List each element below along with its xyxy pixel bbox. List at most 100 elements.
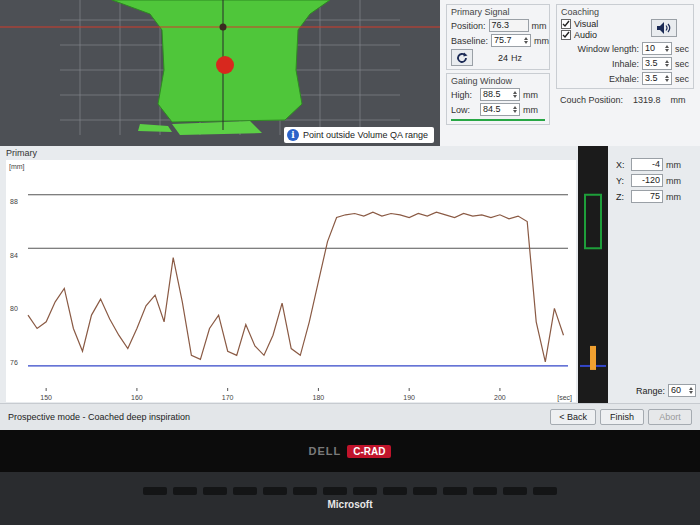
couch-position: Couch Position: 1319.8 mm: [556, 95, 694, 105]
unit: sec: [675, 44, 689, 54]
screen: i Point outside Volume QA range Primary …: [0, 0, 700, 430]
spin-icon[interactable]: [665, 45, 669, 52]
surface-3d-view[interactable]: i Point outside Volume QA range: [0, 0, 440, 146]
y-tick: 76: [10, 359, 18, 366]
checkbox-list: Visual Audio: [561, 19, 598, 40]
coaching-checkbox[interactable]: Visual: [561, 19, 598, 29]
primary-chart: Primary [mm]88848076150160170180190200[s…: [0, 146, 578, 403]
key[interactable]: [203, 487, 227, 495]
gating-field[interactable]: 88.5: [480, 88, 520, 101]
key[interactable]: [233, 487, 257, 495]
tracking-point[interactable]: [216, 56, 234, 74]
key[interactable]: [413, 487, 437, 495]
wizard-button[interactable]: < Back: [550, 409, 596, 425]
unit: sec: [675, 59, 689, 69]
unit: sec: [675, 74, 689, 84]
x-tick: 180: [313, 394, 325, 401]
baseline-field[interactable]: 75.7: [491, 34, 531, 47]
keyboard-brand: Microsoft: [328, 499, 373, 510]
info-message: i Point outside Volume QA range: [284, 127, 434, 143]
key[interactable]: [353, 487, 377, 495]
coaching-setting-row: Window length: 10 sec: [561, 42, 689, 55]
unit: mm: [666, 192, 681, 202]
wizard-button: Abort: [648, 409, 692, 425]
audio-test-button[interactable]: [651, 19, 677, 37]
x-tick-mark: [499, 388, 500, 391]
surface-model: [0, 0, 440, 146]
breathing-curve: [28, 212, 564, 362]
spin-icon[interactable]: [665, 75, 669, 82]
key[interactable]: [293, 487, 317, 495]
unit: mm: [666, 160, 681, 170]
gate-window-box: [585, 195, 601, 249]
x-tick-mark: [136, 388, 137, 391]
range-row: Range: 60: [616, 384, 696, 397]
position-gauge: [578, 146, 608, 403]
key-row: [20, 487, 680, 495]
couch-label: Couch Position:: [560, 95, 623, 105]
x-tick: 160: [131, 394, 143, 401]
baseline-row: Baseline: 75.7 mm: [451, 34, 545, 47]
baseline-line: [28, 365, 568, 366]
gauge-graphic: [578, 146, 608, 402]
field-label: Exhale:: [609, 74, 639, 84]
position-field: 76.3: [489, 19, 529, 32]
coaching-checkbox[interactable]: Audio: [561, 30, 598, 40]
coordinate-row: Z: 75 mm: [616, 190, 696, 203]
gating-window-group: Gating Window High: 88.5 mmLow: 84.5 mm: [446, 73, 550, 125]
coordinate-field[interactable]: 75: [631, 190, 663, 203]
range-field[interactable]: 60: [668, 384, 696, 397]
spin-icon[interactable]: [513, 106, 517, 113]
gating-field[interactable]: 84.5: [480, 103, 520, 116]
settings-panel: Primary Signal Position: 76.3 mm Baselin…: [440, 0, 700, 146]
key[interactable]: [173, 487, 197, 495]
crad-logo: C-RAD: [347, 445, 391, 458]
gating-indicator: [451, 119, 545, 121]
wizard-buttons: < BackFinishAbort: [550, 409, 692, 425]
gate-low-line: [28, 248, 568, 249]
x-tick-mark: [227, 388, 228, 391]
reference-dot: [220, 24, 227, 31]
speaker-icon: [656, 21, 672, 35]
mode-text: Prospective mode - Coached deep inspirat…: [8, 412, 190, 422]
chart-title: Primary: [6, 146, 578, 160]
coordinate-field[interactable]: -4: [631, 158, 663, 171]
coordinate-field[interactable]: -120: [631, 174, 663, 187]
key[interactable]: [503, 487, 527, 495]
key[interactable]: [383, 487, 407, 495]
key[interactable]: [323, 487, 347, 495]
unit: mm: [671, 95, 686, 105]
setting-field[interactable]: 3.5: [642, 72, 672, 85]
surface-fragment: [172, 121, 262, 135]
gate-high-line: [28, 194, 568, 195]
x-unit: [sec]: [557, 394, 572, 402]
info-icon: i: [287, 129, 299, 141]
spin-icon[interactable]: [665, 60, 669, 67]
field-label: Position:: [451, 21, 486, 31]
coaching-options: Visual Audio: [561, 19, 689, 40]
coordinate-row: X: -4 mm: [616, 158, 696, 171]
field-label: Window length:: [577, 44, 639, 54]
unit: mm: [532, 21, 547, 31]
coordinate-label: Y:: [616, 176, 628, 186]
info-text: Point outside Volume QA range: [303, 130, 428, 140]
key[interactable]: [443, 487, 467, 495]
monitor-bezel: DELL C-RAD: [0, 430, 700, 472]
setting-field[interactable]: 3.5: [642, 57, 672, 70]
key[interactable]: [263, 487, 287, 495]
refresh-icon: [455, 51, 469, 65]
y-tick: 88: [10, 198, 18, 205]
key[interactable]: [143, 487, 167, 495]
setting-field[interactable]: 10: [642, 42, 672, 55]
key[interactable]: [533, 487, 557, 495]
spin-icon[interactable]: [689, 387, 693, 394]
chart-plot: [mm]88848076150160170180190200[sec]: [6, 160, 576, 402]
spin-icon[interactable]: [513, 91, 517, 98]
spin-icon[interactable]: [524, 37, 528, 44]
reset-baseline-button[interactable]: [451, 49, 473, 66]
checkbox-label: Audio: [574, 30, 597, 40]
checkbox-icon: [561, 30, 571, 40]
key[interactable]: [473, 487, 497, 495]
x-tick: 200: [494, 394, 506, 401]
wizard-button[interactable]: Finish: [600, 409, 644, 425]
